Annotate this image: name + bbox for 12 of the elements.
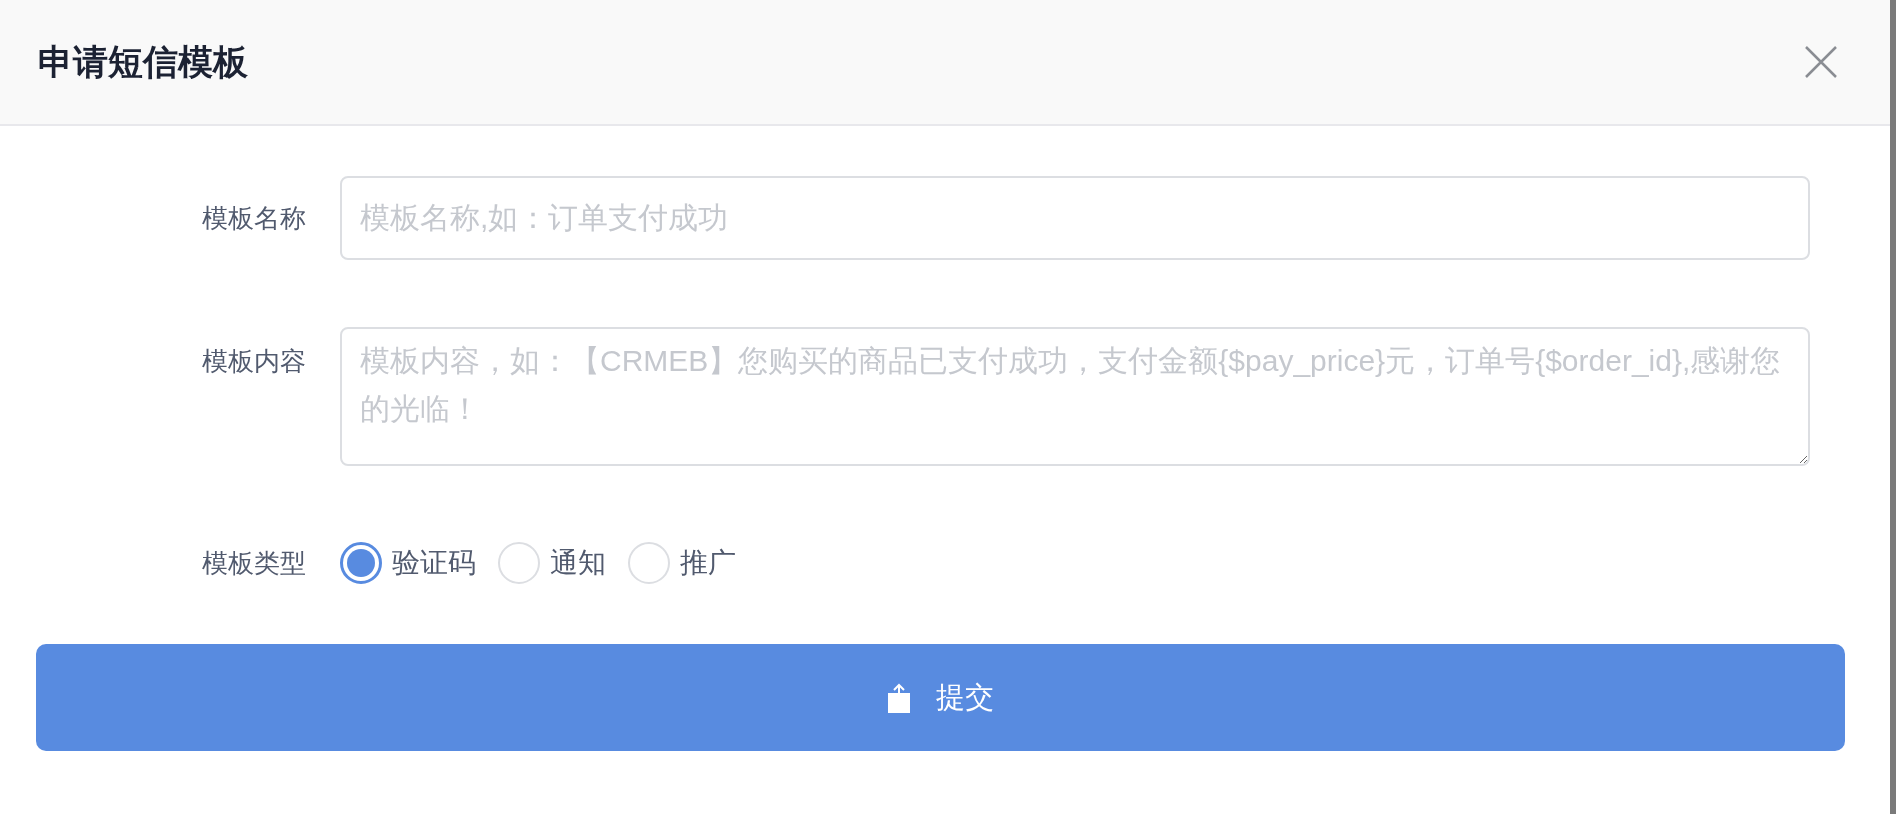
radio-option[interactable]: 验证码 xyxy=(340,542,476,584)
radio-button[interactable] xyxy=(340,542,382,584)
content-textarea[interactable]: 模板内容，如：【CRMEB】您购买的商品已支付成功，支付金额{$pay_price}元，订单号{$order_id},感谢您的光临！ xyxy=(340,327,1810,466)
upload-icon xyxy=(887,682,910,713)
field-label: 模板名称 xyxy=(201,202,307,235)
radio-option[interactable]: 推广 xyxy=(628,542,736,584)
field-label: 模板类型 xyxy=(201,547,307,580)
name-input[interactable]: 模板名称,如：订单支付成功 xyxy=(340,176,1810,260)
close-icon[interactable] xyxy=(1804,45,1838,79)
radio-option[interactable]: 通知 xyxy=(498,542,606,584)
dialog-title: 申请短信模板 xyxy=(38,40,248,83)
field-label: 模板内容 xyxy=(201,345,307,378)
